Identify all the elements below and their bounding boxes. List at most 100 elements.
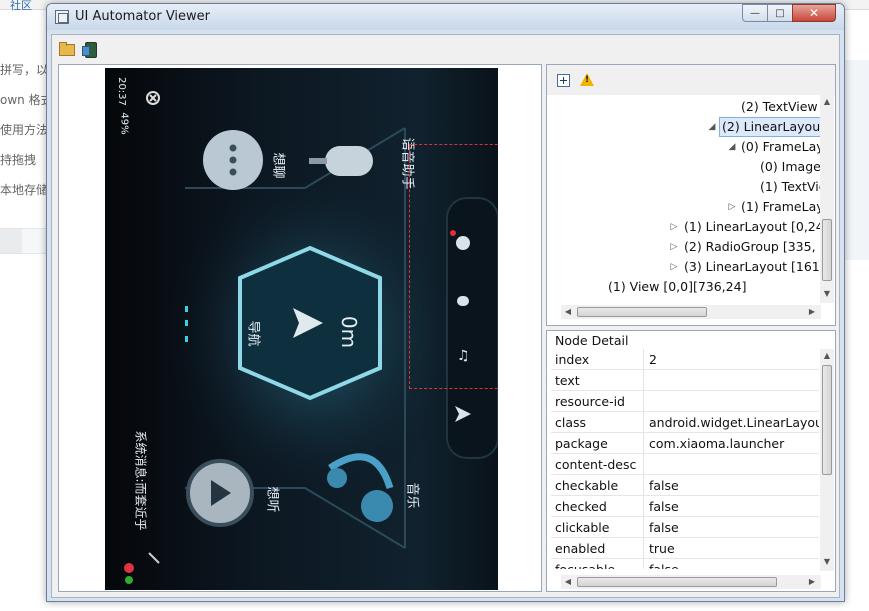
scroll-down-arrow-icon[interactable]: ▼ (820, 287, 834, 301)
status-battery: 49% (118, 112, 130, 135)
app-label-nav[interactable]: 导航 (246, 320, 265, 346)
hierarchy-tree[interactable]: (2) TextView ◢ (2) LinearLayout ◢ (0) Fr… (547, 95, 820, 303)
tree-vertical-thumb[interactable] (822, 219, 832, 281)
tree-node[interactable]: (2) TextView (741, 97, 818, 117)
detail-row[interactable]: clickable false (551, 517, 819, 538)
window-controls: — □ ✕ (742, 4, 836, 22)
tree-expander-open-icon[interactable]: ◢ (707, 117, 717, 137)
scroll-left-arrow-icon[interactable]: ◀ (561, 305, 575, 319)
detail-row[interactable]: focusable false (551, 559, 819, 569)
app-label-listen[interactable]: 想听 (265, 486, 284, 512)
detail-value: android.widget.LinearLayout (649, 415, 819, 430)
tree-expander-closed-icon[interactable]: ▷ (669, 257, 679, 277)
title-bar[interactable]: UI Automator Viewer — □ ✕ (47, 4, 844, 30)
background-text-line: 使用方法 (0, 123, 46, 137)
detail-horizontal-thumb[interactable] (577, 577, 777, 587)
maximize-button[interactable]: □ (767, 4, 793, 22)
detail-row[interactable]: text (551, 370, 819, 391)
node-detail-pane: Node Detail index 2 text resource-id clas… (546, 330, 836, 592)
detail-vertical-scrollbar[interactable]: ▲ ▼ (820, 349, 834, 571)
node-detail-table[interactable]: index 2 text resource-id class android.wid… (551, 349, 819, 569)
detail-row[interactable]: checkable false (551, 475, 819, 496)
detail-value: com.xiaoma.launcher (649, 436, 785, 451)
detail-key: checked (555, 499, 607, 514)
detail-key: package (555, 436, 608, 451)
scroll-up-arrow-icon[interactable]: ▲ (820, 349, 834, 363)
detail-key: focusable (555, 562, 615, 569)
detail-vertical-thumb[interactable] (822, 365, 832, 475)
tree-node[interactable]: (2) RadioGroup [335, (684, 237, 816, 257)
detail-row[interactable]: index 2 (551, 349, 819, 370)
background-text-line: 持拖拽 (0, 153, 37, 167)
expand-all-icon[interactable] (557, 74, 570, 87)
tree-horizontal-thumb[interactable] (577, 307, 707, 317)
warning-icon[interactable] (580, 73, 594, 86)
tree-horizontal-scrollbar[interactable]: ◀ ▶ (561, 305, 821, 319)
detail-key: content-desc (555, 457, 637, 472)
uiautomator-viewer-window: UI Automator Viewer — □ ✕ ♫ 20:37 49% 想聊… (46, 3, 845, 602)
window-client-area: ♫ 20:37 49% 想聊 语音助手 导航 0m 想听 音乐 系统消息:而套近… (51, 34, 840, 598)
app-window-icon (55, 10, 69, 24)
detail-value: false (649, 520, 679, 535)
status-app-icon (124, 563, 134, 573)
minimize-button[interactable]: — (742, 4, 768, 22)
nav-distance: 0m (337, 315, 362, 349)
scroll-up-arrow-icon[interactable]: ▲ (820, 95, 834, 109)
detail-row[interactable]: enabled true (551, 538, 819, 559)
tree-toolbar (547, 65, 835, 95)
tree-expander-open-icon[interactable]: ◢ (727, 137, 737, 157)
background-text-line: 拼写，以 (0, 63, 46, 77)
detail-value: false (649, 562, 679, 569)
system-message: 系统消息:而套近乎 (133, 430, 148, 531)
scroll-right-arrow-icon[interactable]: ▶ (805, 305, 819, 319)
background-tab-community[interactable]: 社区 (10, 0, 32, 13)
detail-key: index (555, 352, 590, 367)
close-button[interactable]: ✕ (792, 4, 836, 22)
tree-expander-closed-icon[interactable]: ▷ (669, 237, 679, 257)
scroll-down-arrow-icon[interactable]: ▼ (820, 555, 834, 569)
background-band-button[interactable] (0, 229, 22, 253)
detail-key: resource-id (555, 394, 625, 409)
node-detail-title: Node Detail (555, 333, 629, 348)
tree-node[interactable]: (1) TextView (760, 177, 820, 197)
screenshot-pane: ♫ 20:37 49% 想聊 语音助手 导航 0m 想听 音乐 系统消息:而套近… (58, 64, 542, 592)
main-toolbar (52, 35, 839, 63)
detail-row[interactable]: class android.widget.LinearLayout (551, 412, 819, 433)
tree-node[interactable]: (1) FrameLayout (741, 197, 820, 217)
scroll-right-arrow-icon[interactable]: ▶ (805, 575, 819, 589)
detail-value: false (649, 499, 679, 514)
detail-value: false (649, 478, 679, 493)
detail-key: text (555, 373, 580, 388)
detail-key: class (555, 415, 587, 430)
background-text-line: own 格式 (0, 93, 46, 107)
detail-key: enabled (555, 541, 606, 556)
device-screenshot-icon[interactable] (82, 41, 100, 58)
detail-value: 2 (649, 352, 657, 367)
tree-node[interactable]: (1) LinearLayout [0,24] (684, 217, 820, 237)
tree-node[interactable]: (0) FrameLayout (741, 137, 820, 157)
scroll-left-arrow-icon[interactable]: ◀ (561, 575, 575, 589)
device-screenshot[interactable]: ♫ 20:37 49% 想聊 语音助手 导航 0m 想听 音乐 系统消息:而套近… (105, 68, 498, 590)
microphone-shape (325, 146, 373, 176)
detail-row[interactable]: resource-id (551, 391, 819, 412)
app-label-chat[interactable]: 想聊 (271, 152, 290, 178)
background-right-strip (843, 60, 869, 260)
app-label-music[interactable]: 音乐 (405, 482, 424, 508)
detail-horizontal-scrollbar[interactable]: ◀ ▶ (561, 575, 821, 589)
selected-node-outline (409, 144, 498, 389)
detail-row[interactable]: content-desc (551, 454, 819, 475)
status-time: 20:37 (115, 77, 127, 106)
folder-open-icon[interactable] (58, 41, 76, 57)
detail-row[interactable]: checked false (551, 496, 819, 517)
tree-expander-closed-icon[interactable]: ▷ (727, 197, 737, 217)
detail-row[interactable]: package com.xiaoma.launcher (551, 433, 819, 454)
detail-key: clickable (555, 520, 610, 535)
detail-key: checkable (555, 478, 619, 493)
tree-expander-closed-icon[interactable]: ▷ (669, 217, 679, 237)
tree-vertical-scrollbar[interactable]: ▲ ▼ (820, 95, 834, 303)
tree-node-selected[interactable]: (2) LinearLayout (719, 117, 820, 137)
detail-value: true (649, 541, 675, 556)
tree-node[interactable]: (0) ImageView (760, 157, 820, 177)
tree-node[interactable]: (1) View [0,0][736,24] (608, 277, 746, 297)
tree-node[interactable]: (3) LinearLayout [161, (684, 257, 820, 277)
